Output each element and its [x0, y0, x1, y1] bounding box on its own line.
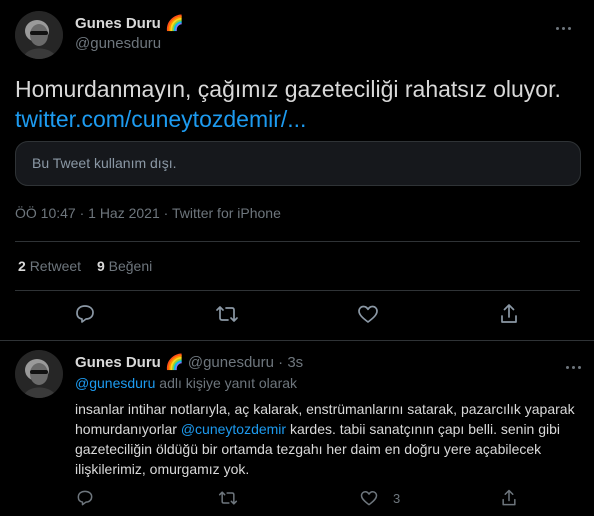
tweet-header: Gunes Duru 🌈 @gunesduru — [15, 11, 580, 59]
tweet-detail-view: Gunes Duru 🌈 @gunesduru Homurdanmayın, ç… — [0, 0, 594, 516]
divider — [15, 290, 580, 291]
reply-text: insanlar intihar notlarıyla, aç kalarak,… — [75, 399, 580, 479]
reply-separator: · — [278, 354, 284, 371]
tweet-actions — [0, 302, 594, 330]
likes-label: Beğeni — [108, 258, 153, 274]
divider — [15, 241, 580, 242]
reply-time[interactable]: 3s — [287, 354, 303, 371]
replying-to: @gunesduru adlı kişiye yanıt olarak — [75, 375, 297, 391]
retweets-stat[interactable]: 2 Retweet — [18, 258, 81, 274]
share-icon[interactable] — [499, 488, 519, 508]
reply-tweet[interactable]: Gunes Duru 🌈 @gunesduru · 3s @gunesduru … — [15, 344, 590, 516]
heart-icon[interactable] — [356, 302, 382, 328]
reply-icon[interactable] — [75, 488, 95, 508]
replying-to-label: adlı kişiye yanıt olarak — [155, 375, 298, 391]
reply-author-handle[interactable]: @gunesduru — [188, 354, 274, 371]
tweet-body: Homurdanmayın, çağımız gazeteciliği raha… — [15, 76, 561, 102]
reply-header: Gunes Duru 🌈 @gunesduru · 3s — [75, 353, 303, 371]
unavailable-tweet-card: Bu Tweet kullanım dışı. — [15, 141, 581, 186]
more-options-icon[interactable] — [564, 356, 586, 372]
retweets-label: Retweet — [29, 258, 82, 274]
tweet-stats: 2 Retweet 9 Beğeni — [18, 258, 164, 274]
avatar[interactable] — [15, 11, 63, 59]
like-count: 3 — [393, 490, 401, 506]
likes-count: 9 — [96, 258, 105, 274]
retweet-icon[interactable] — [214, 302, 240, 328]
retweet-icon[interactable] — [217, 488, 239, 508]
card-text: Bu Tweet kullanım dışı. — [32, 155, 177, 171]
reply-icon[interactable] — [73, 302, 99, 328]
reply-author-name[interactable]: Gunes Duru 🌈 — [75, 354, 184, 371]
tweet-link[interactable]: twitter.com/cuneytozdemir/... — [15, 104, 580, 134]
like-button[interactable]: 3 — [359, 488, 400, 508]
divider — [0, 340, 594, 341]
likes-stat[interactable]: 9 Beğeni — [97, 258, 152, 274]
author-handle[interactable]: @gunesduru — [75, 35, 161, 52]
tweet-text: Homurdanmayın, çağımız gazeteciliği raha… — [15, 74, 580, 134]
author-name[interactable]: Gunes Duru 🌈 — [75, 14, 184, 32]
more-options-icon[interactable] — [554, 17, 576, 33]
tweet-meta[interactable]: ÖÖ 10:47 · 1 Haz 2021 · Twitter for iPho… — [15, 205, 281, 221]
share-icon[interactable] — [497, 302, 523, 328]
replying-to-mention[interactable]: @gunesduru — [75, 375, 155, 391]
reply-avatar[interactable] — [15, 350, 63, 398]
reply-mention[interactable]: @cuneytozdemir — [181, 421, 286, 437]
retweets-count: 2 — [18, 258, 26, 274]
reply-actions: 3 — [75, 488, 565, 510]
heart-icon — [360, 491, 378, 506]
